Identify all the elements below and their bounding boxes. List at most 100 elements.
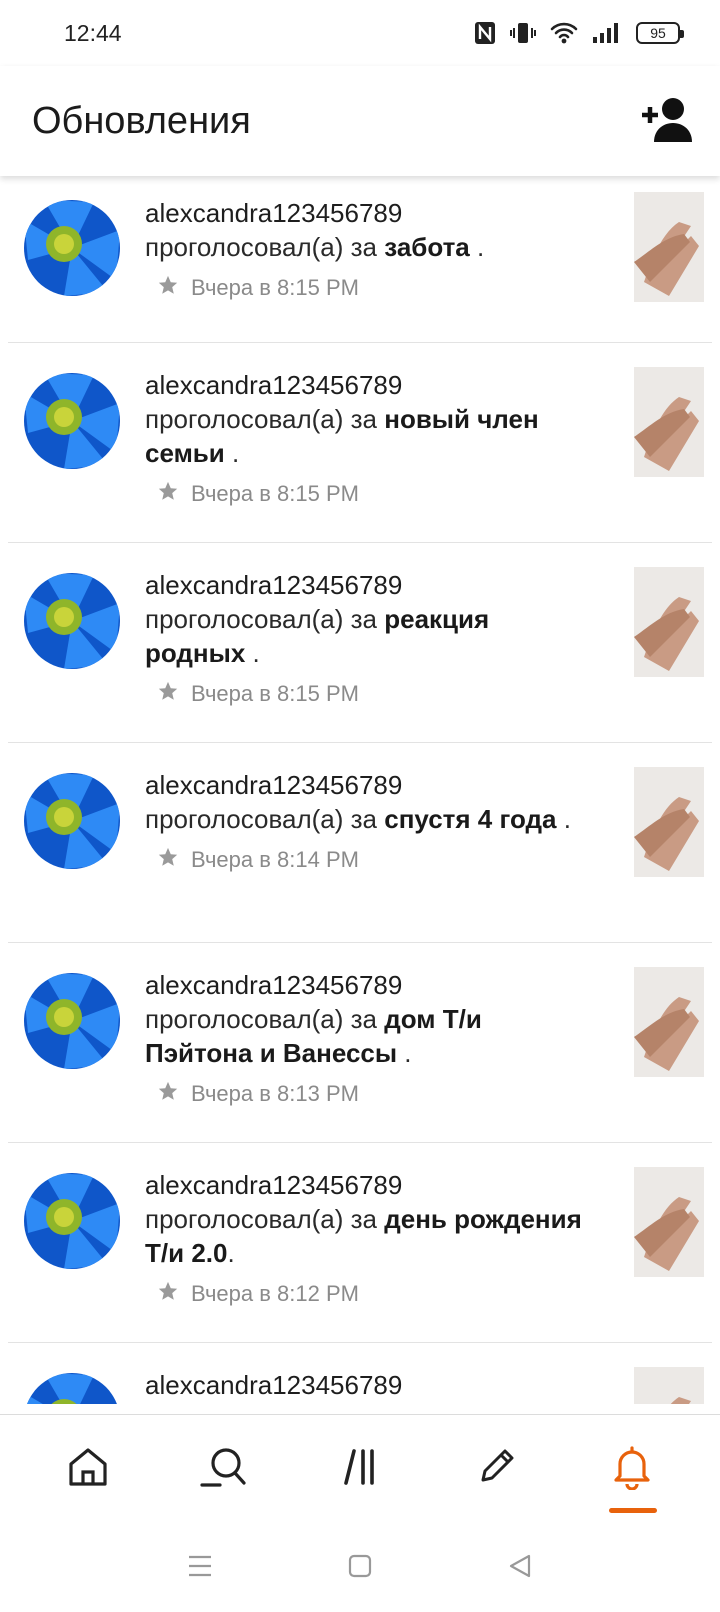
action-text: проголосовал(а) за дом Т/и Пэйтона и Ван… (145, 1002, 592, 1070)
add-user-button[interactable] (640, 93, 696, 149)
system-navigation-bar (0, 1524, 720, 1612)
wifi-icon (550, 22, 578, 44)
action-prefix: проголосовал(а) за (145, 1004, 385, 1034)
action-suffix: . (556, 804, 571, 834)
notifications-bell-icon (610, 1444, 654, 1495)
story-title-link[interactable]: спустя 4 года (384, 804, 556, 834)
timestamp: Вчера в 8:15 PM (191, 274, 359, 300)
avatar[interactable] (24, 200, 120, 296)
write-icon (475, 1446, 517, 1493)
item-body: alexcandra123456789 проголосовал(а) за р… (145, 568, 592, 707)
timestamp: Вчера в 8:12 PM (191, 1280, 359, 1306)
vibrate-icon (510, 21, 536, 45)
story-cover-thumbnail[interactable] (634, 567, 704, 677)
action-text: проголосовал(а) за реакция родных . (145, 602, 592, 670)
action-text: проголосовал(а) за забота . (145, 230, 592, 264)
story-cover-thumbnail[interactable] (634, 192, 704, 302)
list-item[interactable]: alexcandra123456789 проголосовал(а) за р… (8, 543, 712, 743)
list-item[interactable]: alexcandra123456789 проголосовал(а) за н… (8, 343, 712, 543)
meta: Вчера в 8:13 PM (145, 1080, 592, 1107)
username[interactable]: alexcandra123456789 (145, 368, 592, 402)
star-icon (157, 680, 179, 707)
nav-write[interactable] (451, 1425, 541, 1515)
nav-library[interactable] (315, 1425, 405, 1515)
username[interactable]: alexcandra123456789 (145, 968, 592, 1002)
updates-feed[interactable]: alexcandra123456789 проголосовал(а) за з… (0, 176, 720, 1404)
action-text: проголосовал(а) за день рождения Т/и 2.0… (145, 1202, 592, 1270)
story-cover-thumbnail[interactable] (634, 1167, 704, 1277)
action-prefix: проголосовал(а) за (145, 604, 385, 634)
action-text: проголосовал(а) за новый член семьи . (145, 402, 592, 470)
action-prefix: проголосовал(а) за (145, 1204, 385, 1234)
item-body: alexcandra123456789 проголосовал(а) за з… (145, 196, 592, 301)
avatar[interactable] (24, 973, 120, 1069)
action-suffix: . (245, 638, 260, 668)
avatar[interactable] (24, 1173, 120, 1269)
status-time: 12:44 (64, 19, 122, 46)
back-triangle-icon[interactable] (506, 1552, 534, 1585)
story-cover-thumbnail[interactable] (634, 367, 704, 477)
action-suffix: . (227, 1238, 235, 1268)
username[interactable]: alexcandra123456789 (145, 1168, 592, 1202)
library-icon (340, 1447, 380, 1492)
status-bar: 12:44 95 (0, 0, 720, 66)
item-body: alexcandra123456789 проголосовал(а) за д… (145, 968, 592, 1107)
username[interactable]: alexcandra123456789 (145, 568, 592, 602)
nfc-icon (474, 21, 496, 45)
action-prefix: проголосовал(а) за (145, 804, 385, 834)
star-icon (157, 274, 179, 301)
home-square-icon[interactable] (346, 1552, 374, 1585)
nav-search[interactable] (179, 1425, 269, 1515)
username[interactable]: alexcandra123456789 (145, 196, 592, 230)
list-item[interactable]: alexcandra123456789 проголосовал(а) за с… (8, 743, 712, 943)
item-body: alexcandra123456789 проголосовал(а) за с… (145, 768, 592, 873)
action-prefix: проголосовал(а) за (145, 232, 385, 262)
meta: Вчера в 8:15 PM (145, 480, 592, 507)
item-body: alexcandra123456789 проголосовал(а) за д… (145, 1168, 592, 1307)
meta: Вчера в 8:12 PM (145, 1280, 592, 1307)
avatar[interactable] (24, 1373, 120, 1404)
list-item[interactable]: alexcandra123456789 (8, 1343, 712, 1404)
avatar[interactable] (24, 773, 120, 869)
story-cover-thumbnail[interactable] (634, 967, 704, 1077)
avatar[interactable] (24, 373, 120, 469)
add-person-icon (640, 96, 696, 147)
active-tab-indicator (609, 1507, 657, 1513)
story-cover-thumbnail[interactable] (634, 767, 704, 877)
item-body: alexcandra123456789 (145, 1368, 592, 1402)
story-cover-thumbnail[interactable] (634, 1367, 704, 1404)
search-icon (199, 1445, 249, 1494)
action-prefix: проголосовал(а) за (145, 404, 385, 434)
home-icon (66, 1445, 110, 1494)
nav-notifications[interactable] (587, 1425, 677, 1515)
list-item[interactable]: alexcandra123456789 проголосовал(а) за д… (8, 943, 712, 1143)
timestamp: Вчера в 8:15 PM (191, 480, 359, 506)
app-header: Обновления (0, 66, 720, 176)
action-suffix: . (397, 1038, 412, 1068)
action-text: проголосовал(а) за спустя 4 года . (145, 802, 592, 836)
list-item[interactable]: alexcandra123456789 проголосовал(а) за д… (8, 1143, 712, 1343)
story-title-link[interactable]: забота (384, 232, 470, 262)
battery-level: 95 (650, 25, 666, 41)
action-suffix: . (469, 232, 485, 262)
battery-icon: 95 (636, 22, 684, 44)
star-icon (157, 1080, 179, 1107)
list-item[interactable]: alexcandra123456789 проголосовал(а) за з… (8, 176, 712, 343)
meta: Вчера в 8:14 PM (145, 846, 592, 873)
timestamp: Вчера в 8:14 PM (191, 846, 359, 872)
menu-icon[interactable] (186, 1553, 214, 1584)
avatar[interactable] (24, 573, 120, 669)
star-icon (157, 1280, 179, 1307)
username[interactable]: alexcandra123456789 (145, 768, 592, 802)
meta: Вчера в 8:15 PM (145, 680, 592, 707)
meta: Вчера в 8:15 PM (145, 274, 592, 301)
username[interactable]: alexcandra123456789 (145, 1368, 592, 1402)
status-icons: 95 (474, 21, 684, 45)
nav-home[interactable] (43, 1425, 133, 1515)
star-icon (157, 480, 179, 507)
action-suffix: . (224, 438, 240, 468)
timestamp: Вчера в 8:15 PM (191, 680, 359, 706)
signal-icon (592, 22, 622, 44)
bottom-navigation (0, 1414, 720, 1524)
item-body: alexcandra123456789 проголосовал(а) за н… (145, 368, 592, 507)
